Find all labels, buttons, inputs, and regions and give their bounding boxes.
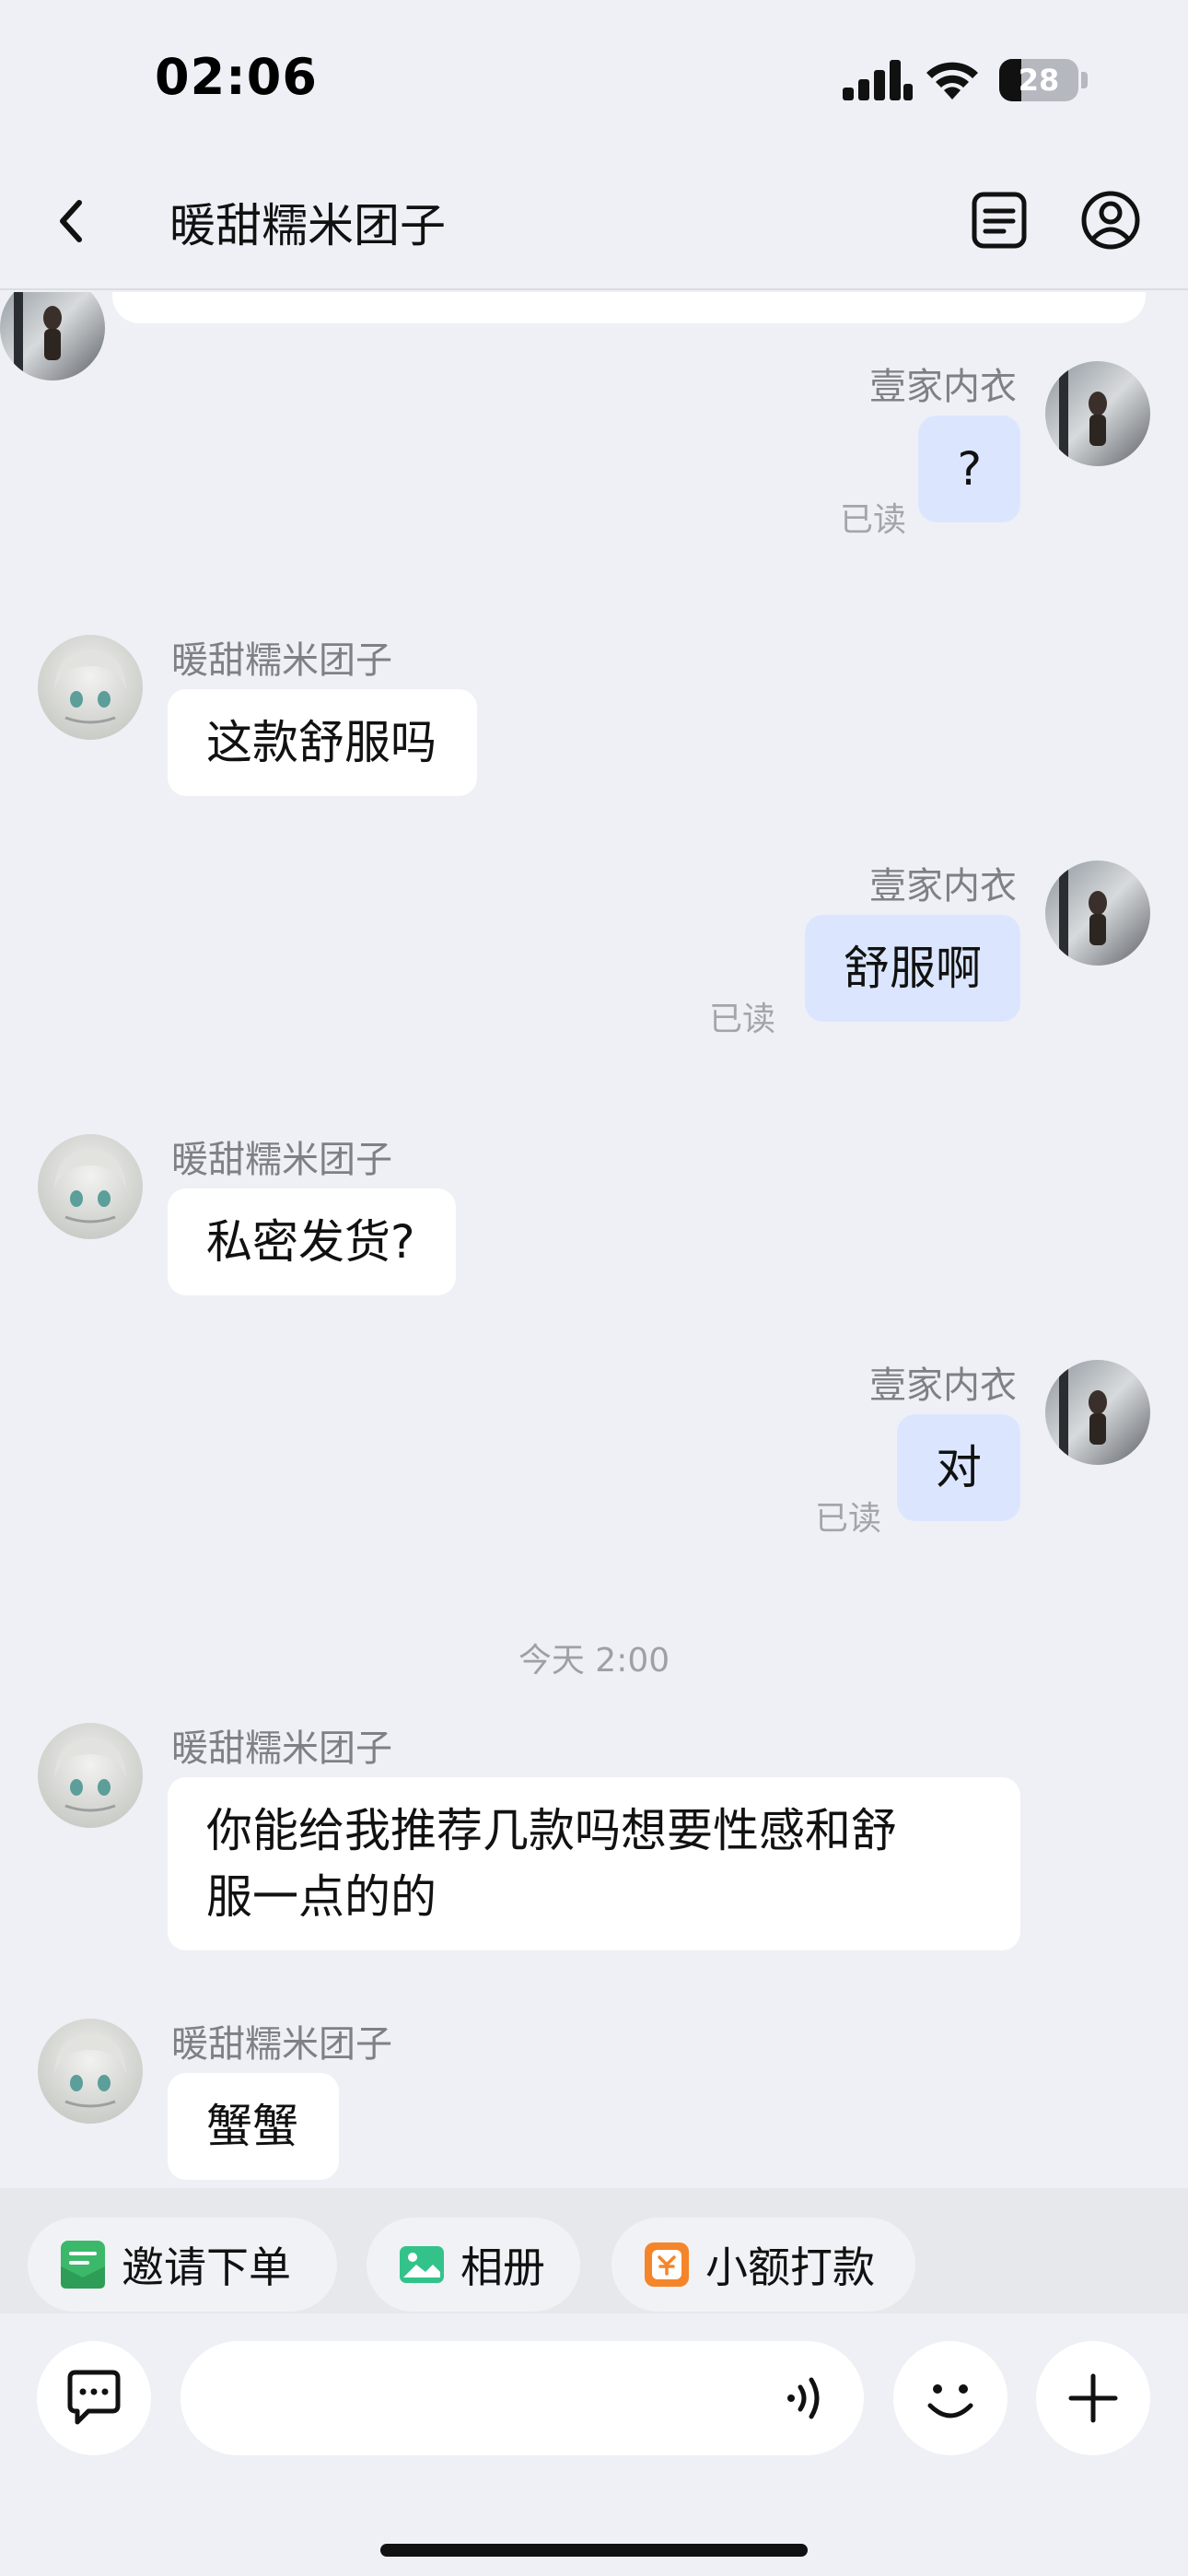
back-button[interactable] (44, 184, 99, 258)
message-bubble[interactable]: 对 (897, 1414, 1020, 1521)
message-line: 服一点的的 (206, 1870, 437, 1924)
more-button[interactable] (1036, 2341, 1150, 2455)
sender-name: 壹家内衣 (869, 366, 1017, 408)
sender-name: 壹家内衣 (869, 865, 1017, 907)
battery-percent: 28 (1018, 63, 1060, 98)
seller-avatar[interactable] (1045, 361, 1150, 466)
customer-avatar[interactable] (38, 1134, 143, 1239)
status-time: 02:06 (155, 48, 318, 106)
customer-avatar[interactable] (38, 635, 143, 740)
order-invite-icon (61, 2241, 105, 2289)
wifi-icon (926, 62, 978, 100)
timestamp: 今天 2:00 (518, 1642, 670, 1680)
chip-label: 相册 (460, 2242, 545, 2292)
read-status: 已读 (815, 1500, 882, 1538)
previous-message-bubble (112, 292, 1146, 323)
sender-name: 暖甜糯米团子 (171, 639, 392, 682)
quick-reply-button[interactable] (37, 2341, 151, 2455)
status-bar: 02:06 28 (0, 0, 1188, 157)
message-line: 你能给我推荐几款吗想要性感和舒 (206, 1804, 897, 1857)
input-bar (0, 2313, 1188, 2576)
battery-icon: 28 (999, 59, 1088, 101)
sender-name: 壹家内衣 (869, 1364, 1017, 1407)
chat-message-list[interactable]: 壹家内衣 ? 已读 暖甜糯米团子 这款舒服吗 壹家内衣 舒服啊 已读 暖甜糯米团… (0, 292, 1188, 2188)
chip-label: 邀请下单 (122, 2242, 291, 2292)
small-payment-button[interactable]: 小额打款 (611, 2218, 915, 2312)
chip-label: 小额打款 (705, 2242, 875, 2292)
album-icon (400, 2246, 444, 2283)
message-bubble[interactable]: 这款舒服吗 (168, 689, 477, 796)
message-bubble[interactable]: 舒服啊 (805, 915, 1020, 1022)
message-bubble[interactable]: 私密发货? (168, 1188, 456, 1295)
sender-name: 暖甜糯米团子 (171, 1139, 392, 1181)
quick-action-bar: 邀请下单 相册 小额打款 (0, 2188, 1188, 2313)
emoji-button[interactable] (893, 2341, 1007, 2455)
message-bubble[interactable]: 你能给我推荐几款吗想要性感和舒 服一点的的 (168, 1777, 1020, 1950)
profile-icon[interactable] (1079, 187, 1142, 253)
album-button[interactable]: 相册 (367, 2218, 580, 2312)
small-payment-icon (645, 2242, 689, 2287)
sender-name: 暖甜糯米团子 (171, 1727, 392, 1770)
customer-avatar[interactable] (38, 1723, 143, 1828)
customer-avatar[interactable] (38, 2019, 143, 2124)
message-input[interactable] (181, 2341, 864, 2455)
message-bubble[interactable]: 蟹蟹 (168, 2073, 339, 2180)
plus-icon (1068, 2373, 1118, 2423)
seller-avatar[interactable] (1045, 861, 1150, 966)
emoji-icon (927, 2384, 973, 2418)
voice-icon[interactable] (778, 2371, 833, 2426)
message-bubble[interactable]: ? (918, 416, 1020, 522)
cellular-signal-icon (843, 60, 913, 100)
chat-header: 暖甜糯米团子 (0, 157, 1188, 290)
read-status: 已读 (709, 1001, 776, 1038)
home-indicator (380, 2544, 808, 2557)
read-status: 已读 (840, 501, 907, 539)
chat-bubble-icon (67, 2370, 121, 2425)
invite-order-button[interactable]: 邀请下单 (28, 2218, 337, 2312)
seller-avatar[interactable] (0, 292, 105, 381)
chat-title: 暖甜糯米团子 (169, 199, 446, 252)
order-list-icon[interactable] (969, 187, 1030, 253)
seller-avatar[interactable] (1045, 1360, 1150, 1465)
sender-name: 暖甜糯米团子 (171, 2023, 392, 2066)
